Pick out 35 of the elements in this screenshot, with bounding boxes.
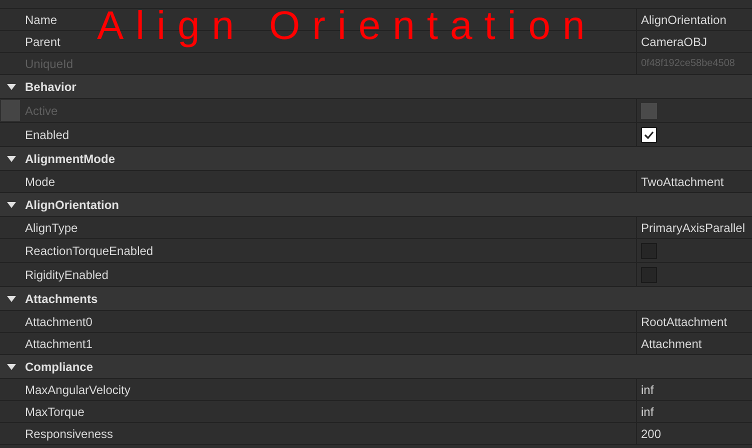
property-value[interactable]: TwoAttachment [641,172,724,190]
caret-icon [7,364,16,370]
property-value[interactable]: 200 [641,424,662,442]
caret-icon [7,156,16,162]
property-value[interactable]: Attachment [641,334,702,352]
property-name: Attachment0 [25,314,92,330]
property-name: MaxAngularVelocity [25,382,130,398]
property-name: AlignType [25,220,78,236]
check-icon [644,130,654,138]
checkbox[interactable] [641,126,657,142]
property-value[interactable]: PrimaryAxisParallel [641,218,746,236]
property-value[interactable]: RootAttachment [641,312,728,330]
section-header[interactable]: Behavior [0,75,752,99]
property-name: Enabled [25,126,70,144]
handwritten-annotation: Align Orientation [97,6,597,46]
property-value[interactable]: AlignOrientation [641,10,726,28]
property-name: Mode [25,174,56,190]
caret-icon [7,296,16,302]
property-name: Responsiveness [25,426,114,442]
property-name: MaxTorque [25,404,84,420]
caret-icon [7,202,16,208]
row-marker [1,100,20,121]
property-name: ReactionTorqueEnabled [25,242,154,260]
section-header[interactable]: AlignmentMode [0,147,752,171]
property-name: Name [25,12,58,28]
caret-icon [7,84,16,90]
property-name: Parent [25,34,60,50]
property-value[interactable]: CameraOBJ [641,32,708,50]
section-header[interactable]: Attachments [0,287,752,311]
property-name: Attachment1 [25,336,92,352]
section-header[interactable]: Compliance [0,355,752,379]
section-header[interactable]: AlignOrientation [0,193,752,217]
property-name: RigidityEnabled [25,266,108,284]
property-value[interactable]: inf [641,402,654,420]
property-value[interactable]: inf [641,380,654,398]
